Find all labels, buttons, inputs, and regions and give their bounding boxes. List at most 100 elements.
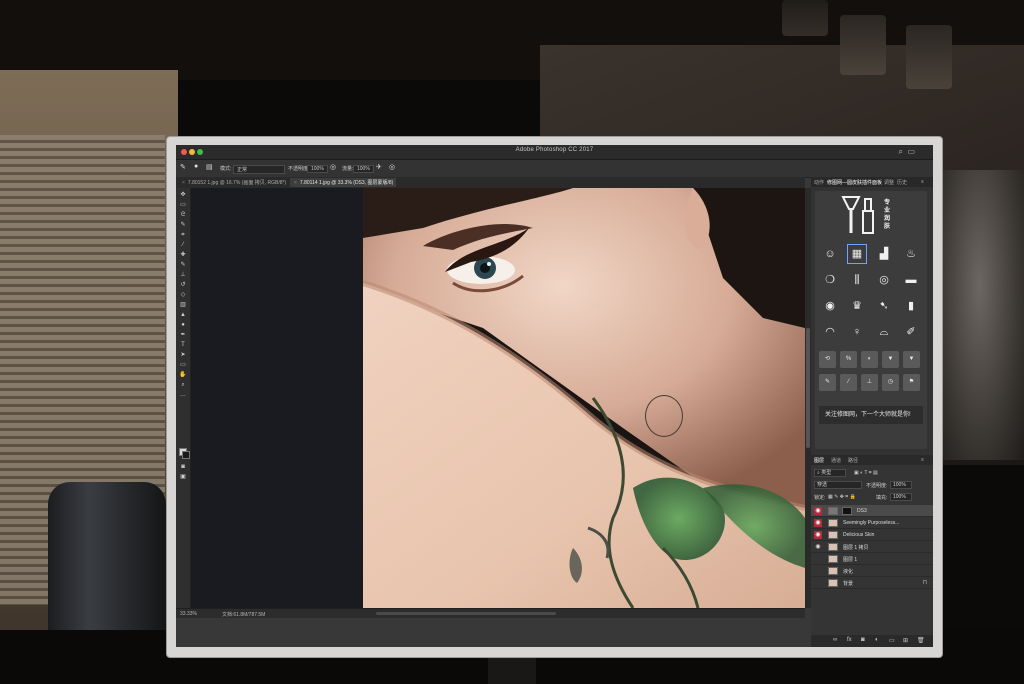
document-info[interactable]: 文档:61.8M/787.5M <box>222 611 265 618</box>
blush-icon[interactable]: ❍ <box>821 271 839 289</box>
quick-select-tool-icon[interactable]: ✎ <box>179 222 187 229</box>
pen-tool-icon[interactable]: ✒ <box>179 332 187 339</box>
tab-layers[interactable]: 图层 <box>814 457 824 464</box>
blend-mode-select[interactable]: 穿透 <box>814 481 862 489</box>
document-tab-active[interactable]: × 7.80114 1.jpg @ 33.3% (DS3, 图层蒙版/8) <box>290 178 396 187</box>
down-arrow-icon[interactable]: ▼ <box>882 351 899 368</box>
scroll-thumb[interactable] <box>806 328 810 448</box>
down-arrow-icon[interactable]: ▼ <box>903 351 920 368</box>
visibility-eye-icon[interactable]: ◉ <box>814 507 822 515</box>
layer-row[interactable]: ◉ 图层 1 拷贝 <box>811 541 933 553</box>
link-layers-icon[interactable]: ∞ <box>833 637 837 643</box>
tab-history[interactable]: 历史 <box>897 179 907 186</box>
brush-tool-icon[interactable]: ✎ <box>180 163 186 171</box>
mode-select[interactable]: 正常 <box>233 165 285 174</box>
reset-icon[interactable]: ⟲ <box>819 351 836 368</box>
lips-icon[interactable]: ◠ <box>821 323 839 341</box>
airbrush-icon[interactable]: ✈ <box>376 163 382 171</box>
spray-icon[interactable]: ➷ <box>875 297 893 315</box>
marquee-tool-icon[interactable]: ▭ <box>179 202 187 209</box>
layer-row[interactable]: 图层 1 <box>811 553 933 565</box>
blur-tool-icon[interactable]: ▲ <box>179 312 187 319</box>
filter-type-select[interactable]: ⌕ 类型 <box>814 469 846 477</box>
flag-icon[interactable]: ⚑ <box>903 374 920 391</box>
percent-icon[interactable]: % <box>840 351 857 368</box>
hand-tool-icon[interactable]: ✋ <box>179 372 187 379</box>
pen-icon[interactable]: ✎ <box>819 374 836 391</box>
target-icon[interactable]: ◉ <box>821 297 839 315</box>
palette-icon[interactable]: ▦ <box>847 244 867 264</box>
new-layer-icon[interactable]: ⊞ <box>903 637 908 644</box>
stamp-icon[interactable]: ⊥ <box>861 374 878 391</box>
layer-row[interactable]: ◉ Seemingly Purposeless... <box>811 517 933 529</box>
crop-tool-icon[interactable]: ⌗ <box>179 232 187 239</box>
healing-brush-tool-icon[interactable]: ✚ <box>179 252 187 259</box>
flow-input[interactable]: 100% <box>353 165 374 173</box>
zoom-level[interactable]: 33.33% <box>180 611 197 617</box>
brush-preset-icon[interactable]: ● <box>194 163 198 170</box>
layer-row[interactable]: 液化 <box>811 565 933 577</box>
visibility-eye-icon[interactable]: ◉ <box>814 519 822 527</box>
pressure-size-icon[interactable]: ◎ <box>389 163 395 171</box>
adjustment-layer-icon[interactable]: ◐ <box>875 637 879 643</box>
tab-actions[interactable]: 动作 <box>814 179 824 186</box>
lasso-tool-icon[interactable]: ᘓ <box>179 212 187 219</box>
brush-head-icon[interactable]: ♛ <box>848 297 866 315</box>
fx-icon[interactable]: fx <box>847 637 852 643</box>
trash-icon[interactable]: 🗑 <box>917 637 925 644</box>
move-tool-icon[interactable]: ✥ <box>179 192 187 199</box>
clone-stamp-tool-icon[interactable]: ⊥ <box>179 272 187 279</box>
layers-menu-icon[interactable]: ≡ <box>921 457 924 463</box>
case-icon[interactable]: ▬ <box>902 271 920 289</box>
eraser-tool-icon[interactable]: ◇ <box>179 292 187 299</box>
layer-opacity-input[interactable]: 100% <box>890 481 912 489</box>
canvas-area[interactable] <box>191 188 805 608</box>
contrast-icon[interactable]: ◐ <box>861 351 878 368</box>
close-tab-icon[interactable]: × <box>294 180 297 186</box>
path-select-tool-icon[interactable]: ➤ <box>179 352 187 359</box>
opacity-input[interactable]: 100% <box>307 165 328 173</box>
eraser-pencil-icon[interactable]: ✐ <box>902 323 920 341</box>
lock-icons[interactable]: ▦ ✎ ✥ ⌗ 🔒 <box>828 494 856 500</box>
clock-icon[interactable]: ◷ <box>882 374 899 391</box>
panels-icon[interactable]: ▭ <box>907 147 915 156</box>
new-group-icon[interactable]: ▭ <box>889 637 895 644</box>
gradient-tool-icon[interactable]: ▥ <box>179 302 187 309</box>
visibility-eye-icon[interactable] <box>814 567 822 575</box>
lipstick-icon[interactable]: ⫼ <box>848 271 866 289</box>
layer-row[interactable]: 背景 ⊓ <box>811 577 933 589</box>
face-icon[interactable]: ☺ <box>821 245 839 263</box>
fill-input[interactable]: 100% <box>890 493 912 501</box>
brush-icon[interactable]: ⁄ <box>840 374 857 391</box>
layer-mask-thumbnail[interactable] <box>842 507 852 515</box>
document-tab[interactable]: × 7.80152 1.jpg @ 16.7% (画面 拷贝, RGB/8*) <box>178 178 290 187</box>
pressure-opacity-icon[interactable]: ◎ <box>330 163 336 171</box>
type-tool-icon[interactable]: T <box>179 342 187 349</box>
screen-mode-icon[interactable]: ▣ <box>179 474 187 481</box>
tab-channels[interactable]: 通道 <box>831 457 841 464</box>
layer-row[interactable]: ◉ Delicious Skin <box>811 529 933 541</box>
dodge-tool-icon[interactable]: ● <box>179 322 187 329</box>
compact-icon[interactable]: ◎ <box>875 271 893 289</box>
brush-tool-icon[interactable]: ✎ <box>179 262 187 269</box>
horizontal-scroll-thumb[interactable] <box>376 612 556 615</box>
quick-mask-icon[interactable]: ◙ <box>179 464 187 471</box>
background-color-swatch[interactable] <box>182 451 190 459</box>
more-tools-icon[interactable]: … <box>179 392 187 399</box>
visibility-eye-icon[interactable]: ◉ <box>814 543 822 551</box>
filter-icons[interactable]: ▣ ◐ T ⌗ ▤ <box>854 470 878 476</box>
tab-paths[interactable]: 路径 <box>848 457 858 464</box>
close-tab-icon[interactable]: × <box>182 180 185 186</box>
tab-adjustments[interactable]: 调整 <box>884 179 894 186</box>
visibility-eye-icon[interactable] <box>814 555 822 563</box>
panel-menu-icon[interactable]: ≡ <box>921 179 924 185</box>
visibility-eye-icon[interactable] <box>814 579 822 587</box>
add-mask-icon[interactable]: ◙ <box>861 637 865 643</box>
layer-row[interactable]: ◉ DS3 <box>811 505 933 517</box>
document-image[interactable] <box>363 188 805 608</box>
mirror-icon[interactable]: ♀ <box>848 323 866 341</box>
search-icon[interactable]: ⌕ <box>899 147 903 157</box>
tooth-icon[interactable]: ⌓ <box>875 323 893 341</box>
shape-tool-icon[interactable]: ▭ <box>179 362 187 369</box>
zoom-tool-icon[interactable]: ⌕ <box>179 382 187 389</box>
